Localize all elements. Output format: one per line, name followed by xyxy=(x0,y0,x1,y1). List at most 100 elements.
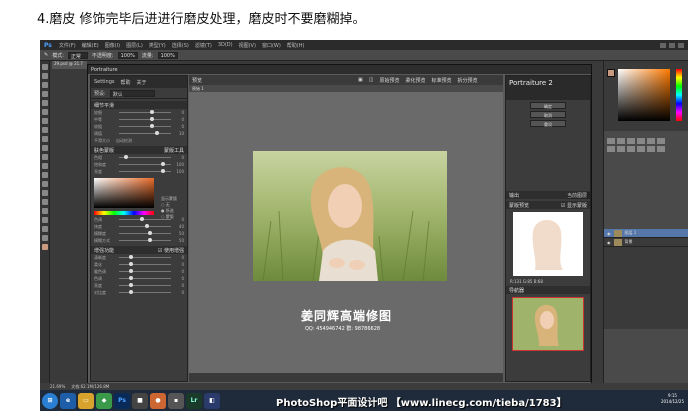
slider-value[interactable]: 0 xyxy=(174,283,184,288)
detail-smoothing-header[interactable]: 细节平滑 xyxy=(91,101,187,109)
slider-track[interactable] xyxy=(119,217,171,221)
explorer-icon[interactable]: ▭ xyxy=(78,392,94,409)
crop-tool-icon[interactable] xyxy=(42,100,48,106)
slider-knob[interactable] xyxy=(129,283,134,287)
original-preview-button[interactable]: 原始预览 xyxy=(379,77,399,84)
slider-track[interactable] xyxy=(119,131,171,135)
zoom-tool-icon[interactable] xyxy=(42,235,48,241)
slider-value[interactable]: 0 xyxy=(174,110,184,115)
split-preview-button[interactable]: 拆分预览 xyxy=(458,77,478,84)
move-tool-icon[interactable] xyxy=(42,64,48,70)
shape-tool-icon[interactable] xyxy=(42,217,48,223)
slider-knob[interactable] xyxy=(139,217,144,221)
menu-filter[interactable]: 滤镜(T) xyxy=(192,42,215,49)
slider-value[interactable]: 10 xyxy=(174,131,184,136)
foreground-swatch[interactable] xyxy=(607,69,615,77)
app-icon[interactable]: ● xyxy=(150,392,166,409)
gradient-tool-icon[interactable] xyxy=(42,163,48,169)
app-icon[interactable]: ▪ xyxy=(168,392,184,409)
slider-track[interactable] xyxy=(119,110,171,114)
enhancements-header[interactable]: 增强功能 ☑ 使用增强 xyxy=(91,246,187,254)
healing-tool-icon[interactable] xyxy=(42,118,48,124)
slider-track[interactable] xyxy=(119,238,171,242)
menu-edit[interactable]: 编辑(E) xyxy=(79,42,102,49)
photo-filter-icon[interactable] xyxy=(627,146,635,152)
brush-tool-icon[interactable]: ✎ xyxy=(44,52,48,58)
pen-tool-icon[interactable] xyxy=(42,190,48,196)
levels-icon[interactable] xyxy=(617,138,625,144)
zoom-level[interactable]: 21.69% xyxy=(50,384,65,389)
slider-knob[interactable] xyxy=(129,262,134,266)
slider-value[interactable]: 50 xyxy=(174,231,184,236)
slider-knob[interactable] xyxy=(129,290,134,294)
slider-knob[interactable] xyxy=(160,162,165,166)
slider-track[interactable] xyxy=(119,255,171,259)
invert-icon[interactable] xyxy=(657,146,665,152)
slider-track[interactable] xyxy=(119,231,171,235)
slider-value[interactable]: 40 xyxy=(174,224,184,229)
slider-knob[interactable] xyxy=(147,238,152,242)
maximize-icon[interactable] xyxy=(669,42,675,48)
menu-image[interactable]: 图像(I) xyxy=(102,42,123,49)
layer-row[interactable]: ◉ 背景 xyxy=(604,238,688,247)
app-icon[interactable]: ■ xyxy=(132,392,148,409)
mask-tools-label[interactable]: 蒙版工具 xyxy=(164,147,187,154)
lookup-icon[interactable] xyxy=(647,146,655,152)
minimize-icon[interactable] xyxy=(660,42,666,48)
start-icon[interactable]: ⊞ xyxy=(42,392,58,409)
slider-value[interactable]: 100 xyxy=(174,162,184,167)
ok-button[interactable]: 确定 xyxy=(530,102,566,109)
menu-help[interactable]: 帮助(H) xyxy=(284,42,308,49)
quick-select-tool-icon[interactable] xyxy=(42,91,48,97)
color-picker-field[interactable] xyxy=(94,178,154,208)
show-mask-checkbox[interactable]: ☑ 显示蒙版 xyxy=(561,202,590,209)
slider-knob[interactable] xyxy=(160,169,165,173)
slider-track[interactable] xyxy=(119,162,171,166)
hue-spectrum[interactable] xyxy=(676,69,682,121)
eraser-tool-icon[interactable] xyxy=(42,154,48,160)
tab-help[interactable]: 帮助 xyxy=(121,79,131,86)
slider-value[interactable]: 0 xyxy=(174,155,184,160)
layer-name[interactable]: 图层 1 xyxy=(625,230,637,236)
menu-select[interactable]: 选择(S) xyxy=(169,42,192,49)
hand-tool-icon[interactable] xyxy=(42,226,48,232)
brightness-icon[interactable] xyxy=(607,138,615,144)
opacity-input[interactable]: 100% xyxy=(117,51,138,59)
exposure-icon[interactable] xyxy=(637,138,645,144)
tab-about[interactable]: 关于 xyxy=(137,79,147,86)
slider-track[interactable] xyxy=(119,224,171,228)
slider-value[interactable]: 50 xyxy=(174,238,184,243)
bw-icon[interactable] xyxy=(617,146,625,152)
layer-row[interactable]: ◉ 图层 1 xyxy=(604,229,688,238)
slider-knob[interactable] xyxy=(145,224,149,228)
hue-strip[interactable] xyxy=(94,211,154,215)
app-icon[interactable]: ◧ xyxy=(204,392,220,409)
slider-value[interactable]: 自动检测 xyxy=(116,138,132,144)
view-split-icon[interactable]: ◫ xyxy=(369,77,374,83)
menu-window[interactable]: 窗口(W) xyxy=(259,42,284,49)
preview-zoom-bar[interactable] xyxy=(189,373,503,382)
slider-value[interactable]: 0 xyxy=(174,276,184,281)
slider-value[interactable]: 0 xyxy=(174,124,184,129)
flow-input[interactable]: 100% xyxy=(157,51,178,59)
photoshop-icon[interactable]: Ps xyxy=(114,392,130,409)
color-balance-icon[interactable] xyxy=(607,146,615,152)
slider-knob[interactable] xyxy=(150,117,155,121)
app-icon[interactable]: ◆ xyxy=(96,392,112,409)
blur-tool-icon[interactable] xyxy=(42,172,48,178)
slider-track[interactable] xyxy=(119,124,171,128)
tab-settings[interactable]: Settings xyxy=(94,79,115,85)
output-select[interactable]: 当前图层 xyxy=(566,191,590,199)
navigator-thumbnail[interactable] xyxy=(512,297,584,351)
slider-track[interactable] xyxy=(119,262,171,266)
color-field[interactable] xyxy=(618,69,670,121)
slider-knob[interactable] xyxy=(129,276,134,280)
stamp-tool-icon[interactable] xyxy=(42,136,48,142)
slider-knob[interactable] xyxy=(129,269,134,273)
skin-mask-header[interactable]: 肤色蒙版 蒙版工具 xyxy=(91,146,187,154)
lightroom-icon[interactable]: Lr xyxy=(186,392,202,409)
slider-track[interactable] xyxy=(119,269,171,273)
slider-track[interactable] xyxy=(119,117,171,121)
slider-track[interactable] xyxy=(119,283,171,287)
menu-3d[interactable]: 3D(D) xyxy=(215,42,236,48)
